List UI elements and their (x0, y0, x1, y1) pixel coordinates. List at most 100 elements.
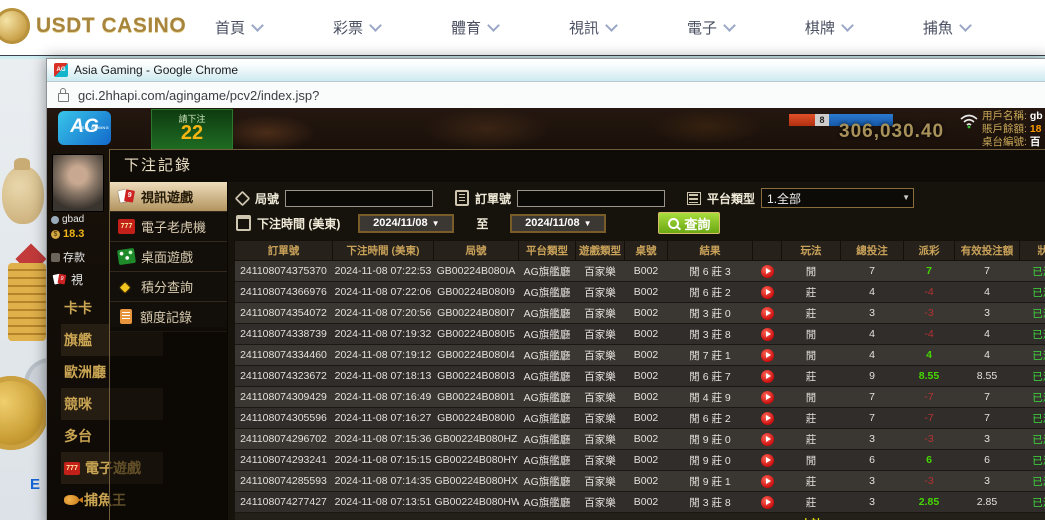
cell: GB00224B080HW (434, 492, 519, 513)
table-row: 2411080743669762024-11-08 07:22:06GB0022… (235, 282, 1045, 303)
replay-button[interactable] (761, 496, 774, 509)
search-button[interactable]: 查詢 (658, 212, 720, 234)
cards-icon (53, 274, 67, 286)
column-header: 遊戲類型 (576, 241, 625, 261)
fish-icon (64, 495, 79, 505)
table-row: 2411080742855932024-11-08 07:14:35GB0022… (235, 471, 1045, 492)
ag-favicon-icon: AG (54, 63, 68, 77)
totals-cell: 小計 (782, 513, 841, 520)
cell: -7 (904, 408, 955, 429)
avatar (52, 154, 104, 212)
deposit-button[interactable]: 存款 (51, 249, 85, 265)
replay-button[interactable] (761, 349, 774, 362)
hall-item-label: 歐洲廳 (64, 362, 106, 382)
cell: -4 (904, 324, 955, 345)
nav-item-5[interactable]: 電子 (687, 17, 734, 38)
date-to-picker[interactable]: 2024/11/08 (510, 214, 606, 233)
bet-records-panel: 下注記錄 視訊遊戲電子老虎機桌面遊戲積分查詢額度記錄 局號 訂單號 平 (109, 149, 1045, 520)
replay-button[interactable] (761, 307, 774, 320)
cell: 已派彩 (1020, 303, 1045, 324)
nav-item-2[interactable]: 彩票 (333, 17, 380, 38)
cell: 已派彩 (1020, 282, 1045, 303)
column-header: 下注時間 (美東) (333, 241, 434, 261)
cell: GB00224B080IA (434, 261, 519, 282)
cell: B002 (625, 471, 668, 492)
cell: B002 (625, 429, 668, 450)
replay-button[interactable] (761, 391, 774, 404)
menu-item-視訊遊戲[interactable]: 視訊遊戲 (110, 182, 227, 212)
replay-button[interactable] (761, 433, 774, 446)
replay-button[interactable] (761, 265, 774, 278)
money-bag-art (2, 166, 44, 224)
cell (753, 261, 782, 282)
table-row: 2411080743094292024-11-08 07:16:49GB0022… (235, 387, 1045, 408)
chevron-down-icon (605, 19, 618, 32)
totals-cell (333, 513, 434, 520)
replay-button[interactable] (761, 412, 774, 425)
menu-item-label: 額度記錄 (140, 307, 192, 326)
to-label: 至 (476, 215, 488, 232)
column-header (753, 241, 782, 261)
replay-button[interactable] (761, 475, 774, 488)
menu-item-桌面遊戲[interactable]: 桌面遊戲 (110, 242, 227, 272)
replay-button[interactable] (761, 370, 774, 383)
cell: 7 (841, 387, 904, 408)
nav-item-4[interactable]: 視訊 (569, 17, 616, 38)
nav-item-7[interactable]: 捕魚 (923, 17, 970, 38)
cell: 2024-11-08 07:22:06 (333, 282, 434, 303)
round-input[interactable] (285, 190, 433, 207)
menu-item-電子老虎機[interactable]: 電子老虎機 (110, 212, 227, 242)
cell: 閒 (782, 345, 841, 366)
cell: 2.85 (904, 492, 955, 513)
panel-menu: 視訊遊戲電子老虎機桌面遊戲積分查詢額度記錄 (110, 182, 227, 332)
nav-item-label: 彩票 (333, 17, 363, 38)
table-row: 2411080742932412024-11-08 07:15:15GB0022… (235, 450, 1045, 471)
table-row: 2411080742774272024-11-08 07:13:51GB0022… (235, 492, 1045, 513)
replay-button[interactable] (761, 286, 774, 299)
nav-item-3[interactable]: 體育 (451, 17, 498, 38)
info-label: 桌台編號: (982, 136, 1030, 148)
totals-cell (235, 513, 333, 520)
window-titlebar[interactable]: AG Asia Gaming - Google Chrome (47, 59, 1045, 82)
nav-item-label: 電子 (687, 17, 717, 38)
cell: 閒 9 莊 0 (668, 450, 753, 471)
nav-item-1[interactable]: 首頁 (215, 17, 262, 38)
cell (753, 429, 782, 450)
chevron-down-icon (723, 19, 736, 32)
site-logo[interactable]: USDT CASINO (4, 8, 186, 44)
cell: 2024-11-08 07:18:13 (333, 366, 434, 387)
replay-button[interactable] (761, 328, 774, 341)
replay-button[interactable] (761, 454, 774, 467)
account-info-line: 桌台編號: 百 (982, 136, 1043, 149)
nav-item-6[interactable]: 棋牌 (805, 17, 852, 38)
cell: 百家樂 (576, 408, 625, 429)
cell: 3 (955, 471, 1020, 492)
cell: B002 (625, 282, 668, 303)
menu-item-積分查詢[interactable]: 積分查詢 (110, 272, 227, 302)
date-from-picker[interactable]: 2024/11/08 (358, 214, 454, 233)
order-input[interactable] (517, 190, 665, 207)
column-header: 平台類型 (519, 241, 576, 261)
cell: 2024-11-08 07:20:56 (333, 303, 434, 324)
cell: 3 (955, 303, 1020, 324)
cell: 9 (841, 366, 904, 387)
table-row: 2411080743344602024-11-08 07:19:12GB0022… (235, 345, 1045, 366)
site-header: USDT CASINO 首頁 彩票 體育 視訊 電子 棋牌 捕魚 (0, 0, 1045, 56)
nav-item-label: 首頁 (215, 17, 245, 38)
cell: 7 (955, 408, 1020, 429)
cell: GB00224B080I9 (434, 282, 519, 303)
video-games-tab-bg[interactable]: 視 (51, 271, 83, 288)
info-label: 賬戶餘額: (982, 123, 1030, 135)
menu-item-label: 積分查詢 (141, 277, 193, 296)
filter-row-2: 下注時間 (美東) 2024/11/08 至 2024/11/08 查詢 (236, 213, 1042, 233)
jackpot-amount: 306,030.40 (839, 121, 944, 143)
cell: 4 (841, 282, 904, 303)
cell: 241108074338739 (235, 324, 333, 345)
cell: 3 (841, 303, 904, 324)
url-bar[interactable]: gci.2hhapi.com/agingame/pcv2/index.jsp? (47, 82, 1045, 109)
platform-select[interactable]: 1.全部 (761, 188, 914, 208)
cell: 莊 (782, 471, 841, 492)
menu-item-label: 視訊遊戲 (141, 187, 193, 206)
cell: 2024-11-08 07:15:15 (333, 450, 434, 471)
cell: 閒 3 莊 0 (668, 303, 753, 324)
